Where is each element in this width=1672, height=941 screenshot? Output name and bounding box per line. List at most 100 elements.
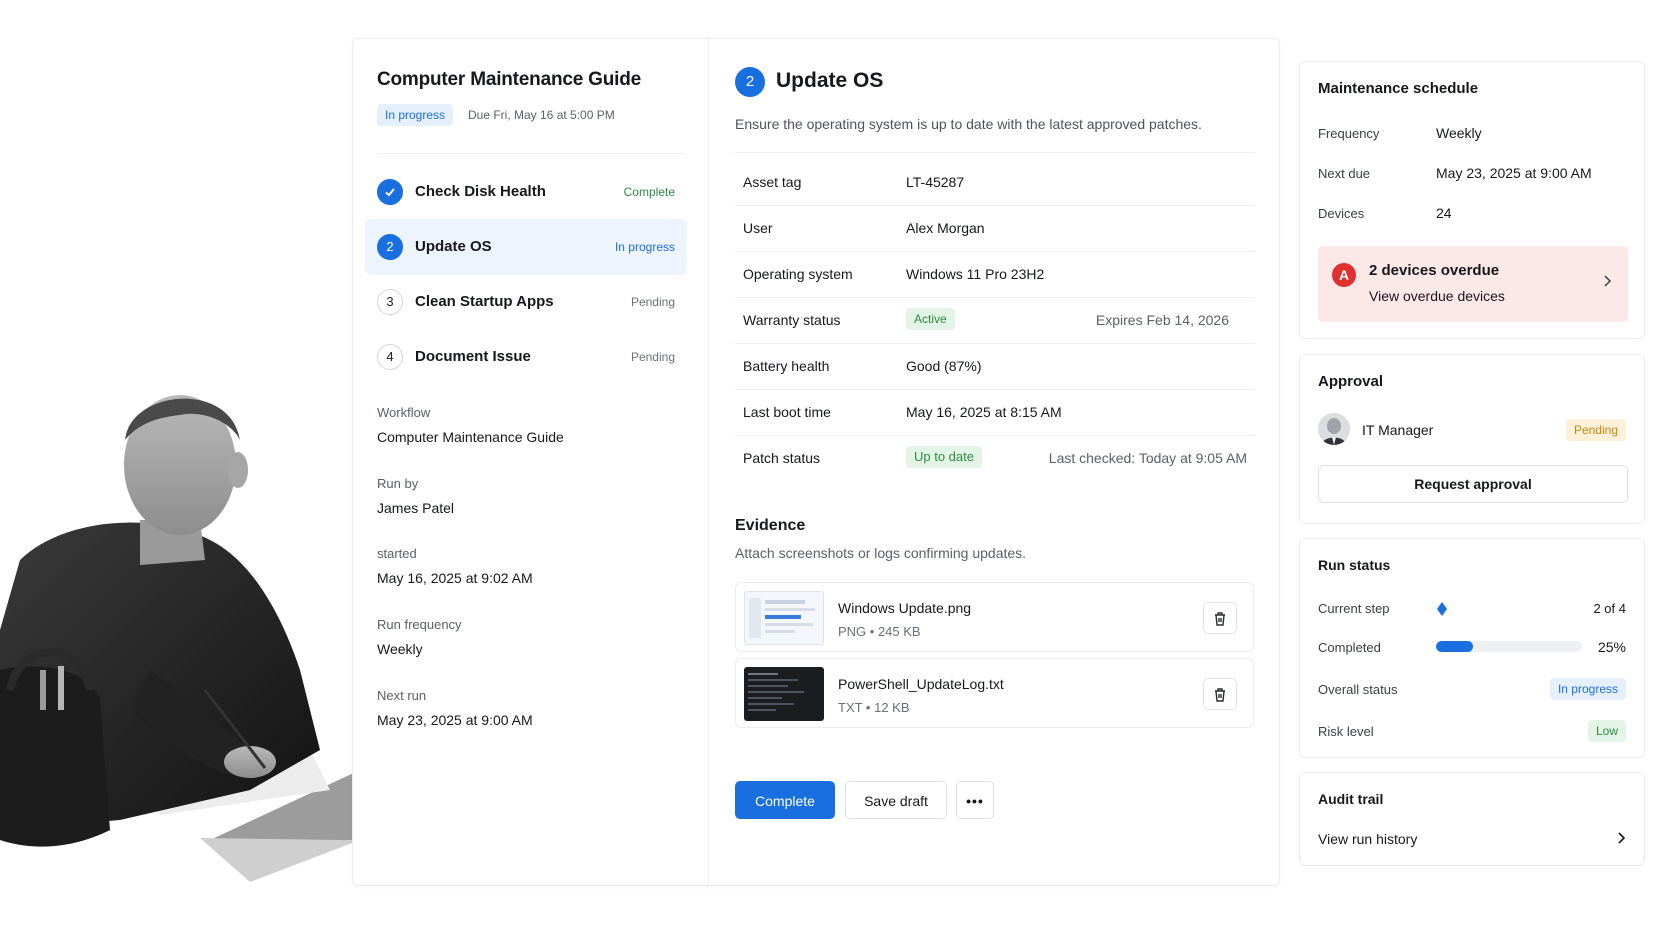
step-label: Document Issue: [415, 348, 531, 365]
risk-level-label: Risk level: [1318, 724, 1374, 739]
divider: [735, 343, 1255, 344]
completion-progress-bar: [1436, 641, 1582, 652]
step-item-document-issue[interactable]: 4 Document Issue Pending: [365, 329, 687, 385]
overall-status-badge: In progress: [1549, 678, 1626, 700]
view-run-history-link[interactable]: View run history: [1318, 831, 1417, 847]
step-label: Update OS: [415, 238, 492, 255]
warranty-status-badge: Active: [906, 308, 955, 330]
user-label: User: [743, 220, 773, 236]
chevron-right-icon: [1604, 275, 1612, 287]
divider: [735, 205, 1255, 206]
devices-label: Devices: [1318, 206, 1365, 221]
divider: [735, 389, 1255, 390]
step-number: 3: [377, 289, 403, 315]
step-detail: 2 Update OS Ensure the operating system …: [709, 39, 1281, 885]
frequency-value: Weekly: [1436, 125, 1482, 141]
next-due-label: Next due: [1318, 166, 1371, 181]
overdue-devices-alert[interactable]: A 2 devices overdue View overdue devices: [1318, 246, 1628, 322]
battery-label: Battery health: [743, 358, 830, 374]
current-step-label: Current step: [1318, 601, 1390, 616]
started-value: May 16, 2025 at 9:02 AM: [377, 570, 533, 586]
technician-photo: [0, 395, 360, 882]
evidence-file[interactable]: PowerShell_UpdateLog.txt TXT • 12 KB: [735, 658, 1254, 728]
asset-tag-label: Asset tag: [743, 174, 802, 190]
devices-value: 24: [1436, 205, 1452, 221]
delete-file-button[interactable]: [1203, 678, 1237, 710]
risk-level-badge: Low: [1587, 720, 1626, 742]
step-number-badge: 2: [735, 67, 765, 97]
file-meta: PNG • 245 KB: [838, 624, 921, 639]
file-name: Windows Update.png: [838, 600, 972, 616]
alert-icon: A: [1332, 263, 1356, 287]
evidence-title: Evidence: [735, 517, 806, 534]
file-name: PowerShell_UpdateLog.txt: [838, 676, 1004, 692]
trash-icon: [1215, 688, 1225, 702]
step-status: Pending: [630, 295, 675, 309]
divider: [735, 152, 1255, 153]
divider: [377, 153, 684, 154]
battery-value: Good (87%): [906, 358, 982, 374]
evidence-subtitle: Attach screenshots or logs confirming up…: [735, 545, 1027, 561]
file-thumbnail: [744, 667, 824, 721]
alert-title: 2 devices overdue: [1369, 262, 1500, 279]
divider: [735, 251, 1255, 252]
file-meta: TXT • 12 KB: [838, 700, 910, 715]
run-frequency-value: Weekly: [377, 641, 423, 657]
approver-name: IT Manager: [1362, 422, 1434, 438]
guide-title: Computer Maintenance Guide: [377, 69, 642, 90]
run-by-label: Run by: [377, 476, 419, 491]
view-overdue-devices-link[interactable]: View overdue devices: [1369, 288, 1505, 304]
more-options-button[interactable]: •••: [956, 781, 994, 819]
os-label: Operating system: [743, 266, 853, 282]
request-approval-button[interactable]: Request approval: [1318, 465, 1628, 503]
guide-status-badge: In progress: [377, 104, 454, 126]
run-frequency-label: Run frequency: [377, 617, 462, 632]
run-status-panel: Run status Current step 2 of 4 Completed…: [1299, 538, 1645, 758]
warranty-expiry: Expires Feb 14, 2026: [1095, 312, 1229, 328]
patch-status-label: Patch status: [743, 450, 821, 466]
chevron-right-icon[interactable]: [1616, 831, 1626, 845]
delete-file-button[interactable]: [1203, 602, 1237, 634]
audit-trail-panel: Audit trail View run history: [1299, 772, 1645, 866]
step-label: Clean Startup Apps: [415, 293, 554, 310]
completed-value: 25%: [1597, 639, 1626, 655]
steps-sidebar: Computer Maintenance Guide In progress D…: [353, 39, 709, 885]
avatar: [1318, 413, 1350, 445]
started-label: started: [377, 546, 417, 561]
step-diamond-icon: [1437, 602, 1447, 616]
panel-title: Approval: [1318, 373, 1384, 390]
panel-title: Run status: [1318, 557, 1391, 573]
boot-time-value: May 16, 2025 at 8:15 AM: [906, 404, 1062, 420]
step-status: Pending: [630, 350, 675, 364]
maintenance-schedule-panel: Maintenance schedule Frequency Weekly Ne…: [1299, 61, 1645, 339]
step-item-update-os[interactable]: 2 Update OS In progress: [365, 219, 687, 275]
trash-icon: [1215, 612, 1225, 626]
divider: [735, 435, 1255, 436]
step-number: 2: [377, 234, 403, 260]
next-due-value: May 23, 2025 at 9:00 AM: [1436, 165, 1592, 181]
workflow-label: Workflow: [377, 405, 431, 420]
step-label: Check Disk Health: [415, 183, 546, 200]
save-draft-button[interactable]: Save draft: [845, 781, 947, 819]
approval-panel: Approval IT Manager Pending Request appr…: [1299, 354, 1645, 524]
current-step-value: 2 of 4: [1593, 601, 1626, 616]
completed-label: Completed: [1318, 640, 1381, 655]
step-title: Update OS: [776, 69, 884, 92]
patch-status-badge: Up to date: [906, 446, 982, 468]
step-item-clean-startup-apps[interactable]: 3 Clean Startup Apps Pending: [365, 274, 687, 330]
file-thumbnail: [744, 591, 824, 645]
asset-tag-value: LT-45287: [906, 174, 965, 190]
next-run-label: Next run: [377, 688, 427, 703]
run-by-value: James Patel: [377, 500, 455, 516]
os-value: Windows 11 Pro 23H2: [906, 266, 1045, 282]
divider: [735, 297, 1255, 298]
evidence-file[interactable]: Windows Update.png PNG • 245 KB: [735, 582, 1254, 652]
step-item-check-disk-health[interactable]: Check Disk Health Complete: [365, 164, 687, 220]
step-number: 4: [377, 344, 403, 370]
panel-title: Audit trail: [1318, 791, 1384, 807]
next-run-value: May 23, 2025 at 9:00 AM: [377, 712, 533, 728]
due-date: Due Fri, May 16 at 5:00 PM: [468, 108, 615, 122]
warranty-label: Warranty status: [743, 312, 841, 328]
overall-status-label: Overall status: [1318, 682, 1398, 697]
complete-button[interactable]: Complete: [735, 781, 835, 819]
